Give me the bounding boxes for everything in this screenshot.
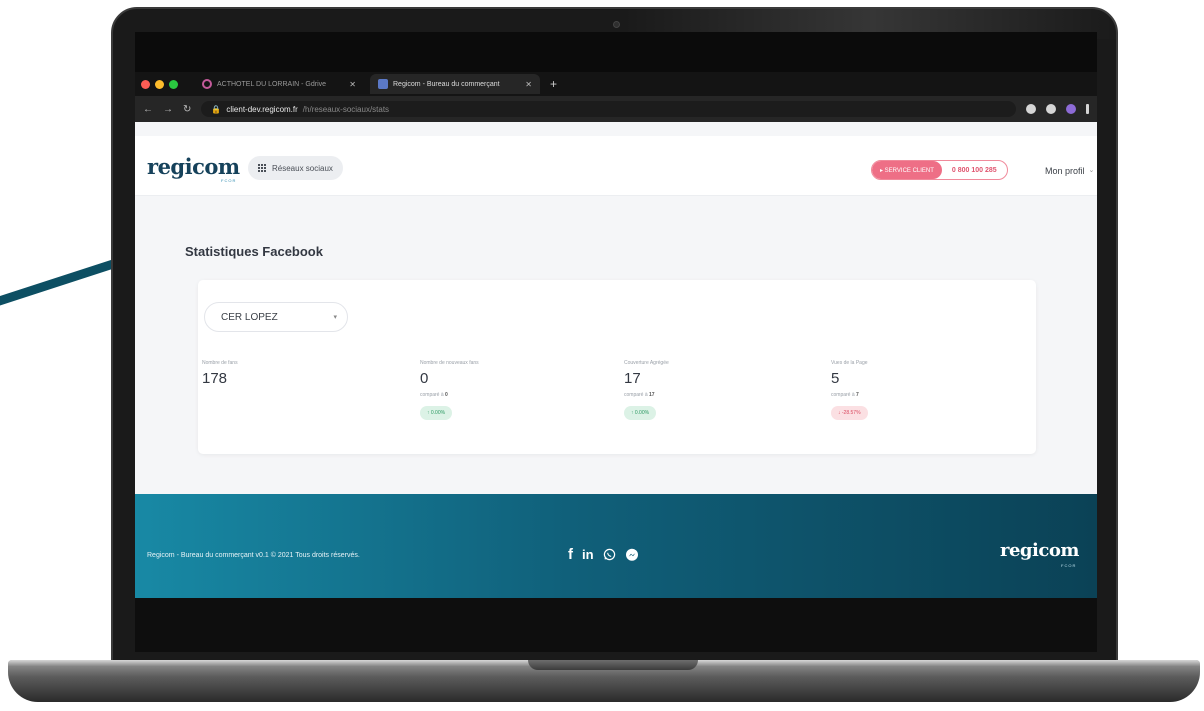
url-path: /h/reseaux-sociaux/stats	[302, 104, 390, 114]
stat-label: Nombre de nouveaux fans	[420, 360, 479, 366]
close-tab-icon[interactable]: ✕	[349, 80, 356, 89]
forward-icon[interactable]: →	[163, 104, 173, 115]
tab-favicon-icon	[378, 79, 388, 89]
profile-label: Mon profil	[1045, 166, 1085, 176]
selected-page: CER LOPEZ	[221, 311, 278, 323]
laptop-base	[8, 660, 1200, 702]
close-window-button[interactable]	[141, 79, 150, 89]
profile-menu[interactable]: Mon profil ⌄	[1045, 166, 1094, 176]
webpage: regicom FCOR Réseaux sociaux ▸ SERVICE C…	[135, 122, 1097, 652]
facebook-icon[interactable]: f	[568, 546, 573, 563]
close-tab-icon[interactable]: ✕	[525, 80, 532, 89]
laptop-notch	[528, 660, 698, 670]
stats-card: CER LOPEZ ▾ Nombre de fans 178 Nombre de…	[198, 280, 1036, 454]
stat-compare: comparé à 17	[624, 392, 655, 398]
webcam	[613, 21, 620, 28]
service-client-label: ▸ SERVICE CLIENT	[872, 161, 942, 179]
browser-tabbar: ACTHOTEL DU LORRAIN - Gdrive ✕ Regicom -…	[135, 72, 1097, 96]
site-footer: Regicom - Bureau du commerçant v0.1 © 20…	[135, 494, 1097, 598]
reseaux-sociaux-button[interactable]: Réseaux sociaux	[248, 156, 343, 180]
screen-bottom-area	[135, 598, 1097, 652]
url-host: client-dev.regicom.fr	[226, 104, 298, 114]
footer-logo-subtext: FCOR	[1061, 563, 1077, 568]
stat-value: 17	[624, 370, 641, 387]
copyright-text: Regicom - Bureau du commerçant v0.1 © 20…	[147, 552, 360, 559]
service-phone: 0 800 100 285	[951, 166, 997, 174]
extension-icon[interactable]	[1046, 104, 1056, 114]
reload-icon[interactable]: ↻	[183, 104, 191, 115]
browser-toolbar: ← → ↻ 🔒 client-dev.regicom.fr /h/reseaux…	[135, 96, 1097, 122]
stat-page-views: Vues de la Page 5 comparé à 7 ↓ -28.57%	[831, 360, 1011, 420]
new-tab-icon[interactable]: +	[550, 77, 557, 91]
stat-compare: comparé à 7	[831, 392, 859, 398]
regicom-logo[interactable]: regicom	[147, 154, 240, 179]
service-client-button[interactable]: ▸ SERVICE CLIENT 0 800 100 285	[871, 160, 1008, 180]
stat-value: 5	[831, 370, 840, 387]
stat-coverage: Couverture Agrégée 17 comparé à 17 ↑ 0.0…	[624, 360, 804, 420]
browser-tab-active[interactable]: Regicom - Bureau du commerçant ✕	[370, 74, 540, 94]
stat-fans: Nombre de fans 178	[202, 360, 382, 387]
grid-icon	[258, 164, 266, 172]
back-icon[interactable]: ←	[143, 104, 153, 115]
stat-value: 178	[202, 370, 228, 387]
logo-subtext: FCOR	[221, 178, 237, 183]
trend-badge: ↑ 0.00%	[420, 406, 453, 420]
stage: ACTHOTEL DU LORRAIN - Gdrive ✕ Regicom -…	[0, 0, 1204, 711]
social-links: f in	[568, 546, 639, 563]
chevron-down-icon: ▾	[333, 314, 337, 321]
page-select[interactable]: CER LOPEZ ▾	[204, 302, 348, 332]
lock-icon: 🔒	[211, 104, 222, 114]
stat-new-fans: Nombre de nouveaux fans 0 comparé à 0 ↑ …	[420, 360, 600, 420]
extensions-area	[1026, 104, 1089, 114]
menu-icon[interactable]	[1086, 104, 1089, 114]
stat-label: Vues de la Page	[831, 360, 868, 366]
tab-label: ACTHOTEL DU LORRAIN - Gdrive	[217, 80, 327, 88]
linkedin-icon[interactable]: in	[582, 547, 594, 562]
profile-avatar-icon[interactable]	[1066, 104, 1076, 114]
stat-label: Couverture Agrégée	[624, 360, 669, 366]
trend-badge: ↑ 0.00%	[624, 406, 657, 420]
reseaux-sociaux-label: Réseaux sociaux	[272, 163, 333, 173]
laptop-screen: ACTHOTEL DU LORRAIN - Gdrive ✕ Regicom -…	[135, 32, 1097, 652]
minimize-window-button[interactable]	[155, 79, 164, 89]
whatsapp-icon[interactable]	[603, 548, 616, 561]
window-controls	[141, 79, 178, 89]
messenger-icon[interactable]	[625, 548, 639, 562]
footer-logo: regicom	[1000, 540, 1079, 561]
maximize-window-button[interactable]	[169, 79, 178, 89]
page-title: Statistiques Facebook	[185, 244, 323, 259]
stat-compare: comparé à 0	[420, 392, 448, 398]
stat-label: Nombre de fans	[202, 360, 238, 366]
chevron-down-icon: ⌄	[1088, 167, 1095, 174]
browser-tab[interactable]: ACTHOTEL DU LORRAIN - Gdrive ✕	[194, 74, 364, 94]
tab-favicon-icon	[202, 79, 212, 89]
stat-value: 0	[420, 370, 429, 387]
trend-badge: ↓ -28.57%	[831, 406, 868, 420]
site-header: regicom FCOR Réseaux sociaux ▸ SERVICE C…	[135, 136, 1097, 196]
star-icon[interactable]	[1026, 104, 1036, 114]
tab-label: Regicom - Bureau du commerçant	[393, 80, 500, 88]
address-bar[interactable]: 🔒 client-dev.regicom.fr /h/reseaux-socia…	[201, 101, 1016, 117]
